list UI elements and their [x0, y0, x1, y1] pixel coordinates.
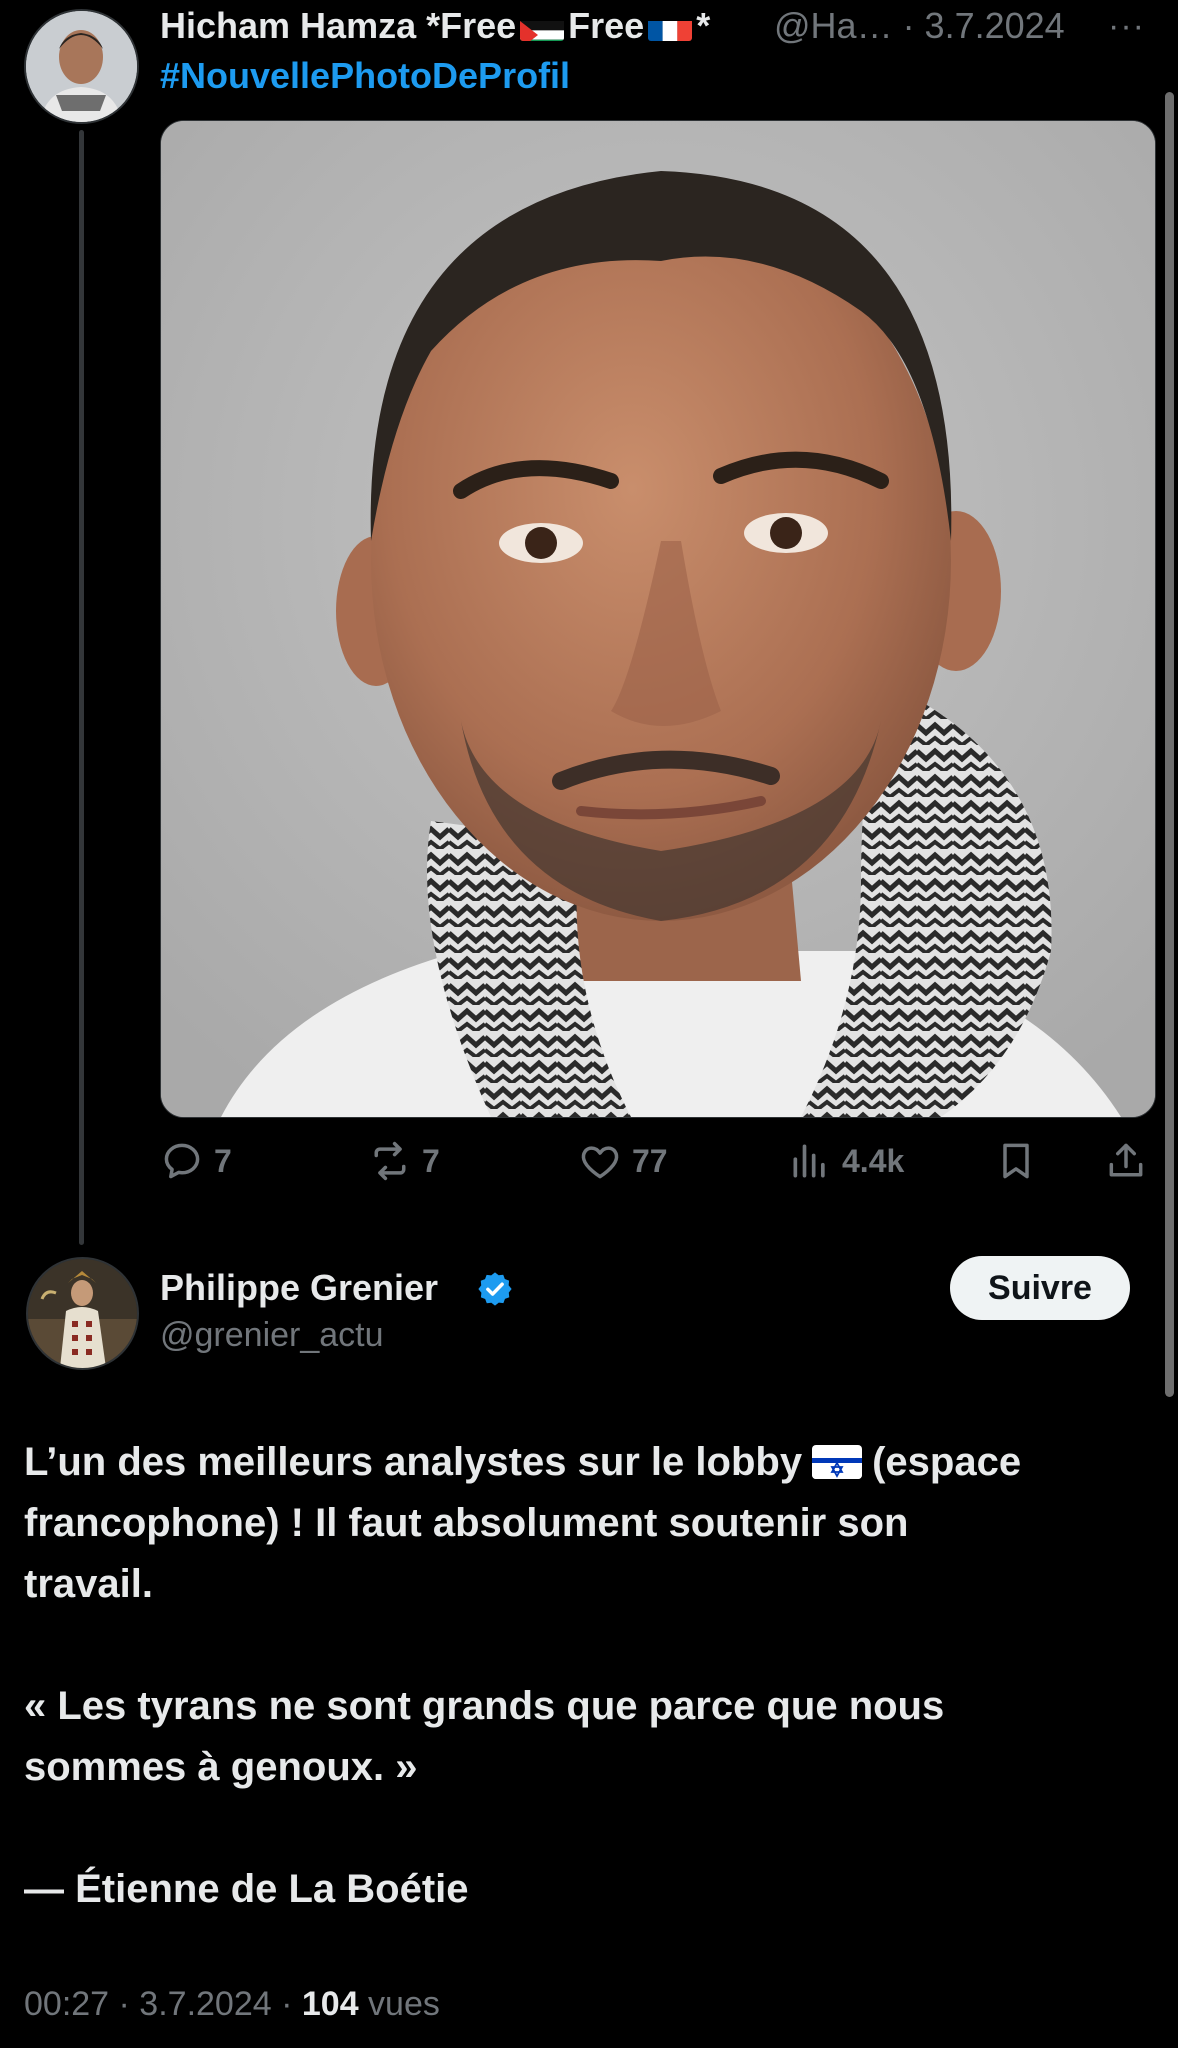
follow-button[interactable]: Suivre: [950, 1256, 1130, 1320]
quote-attribution: — Étienne de La Boétie: [24, 1867, 469, 1911]
views-count: 4.4k: [842, 1142, 905, 1179]
france-flag-icon: [648, 13, 693, 41]
views-chart-icon: [793, 1144, 825, 1178]
share-icon: [1109, 1143, 1143, 1177]
reply-icon: [164, 1143, 200, 1179]
post2-timestamp-views: 00:27 · 3.7.2024 · 104 vues: [24, 1980, 440, 2028]
palestine-flag-icon: [520, 13, 565, 41]
post2-views-count: 104: [301, 1985, 359, 2023]
post2-author-name[interactable]: Philippe Grenier: [160, 1264, 438, 1312]
post1-profile-photo[interactable]: [160, 120, 1156, 1118]
repost-button[interactable]: 7: [368, 1133, 440, 1189]
bookmark-button[interactable]: [994, 1133, 1038, 1189]
verified-badge-icon: [478, 1272, 512, 1306]
post1-handle-date[interactable]: @Ha… · 3.7.2024: [774, 2, 1065, 50]
post2-views-label: vues: [358, 1985, 440, 2023]
quote-line: « Les tyrans ne sont grands que parce qu…: [24, 1684, 945, 1728]
reply-button[interactable]: 7: [160, 1133, 232, 1189]
repost-count: 7: [422, 1142, 440, 1179]
more-dots-icon[interactable]: ···: [1108, 2, 1145, 50]
post2-body: L’un des meilleurs analystes sur le lobb…: [24, 1432, 1154, 1920]
post2-handle[interactable]: @grenier_actu: [160, 1311, 384, 1359]
thread-connector-line: [79, 130, 84, 1245]
avatar-painting-image: [28, 1259, 137, 1368]
post1-author-name[interactable]: Hicham Hamza *Free Free *: [160, 2, 710, 50]
body-line: L’un des meilleurs analystes sur le lobb…: [24, 1432, 1154, 1493]
body-line: francophone) ! Il faut absolument souten…: [24, 1501, 909, 1545]
post2-time-date[interactable]: 00:27 · 3.7.2024 ·: [24, 1985, 302, 2023]
portrait-photo-image: [161, 121, 1155, 1117]
scrollbar[interactable]: [1165, 92, 1174, 1397]
quote-line: sommes à genoux. »: [24, 1745, 418, 1789]
israel-flag-icon: [812, 1445, 863, 1479]
avatar-hicham-hamza[interactable]: [24, 9, 139, 124]
hashtag-link[interactable]: #NouvellePhotoDeProfil: [160, 52, 570, 100]
avatar-philippe-grenier[interactable]: [26, 1257, 139, 1370]
views-button[interactable]: 4.4k: [788, 1133, 904, 1189]
like-count: 77: [632, 1142, 668, 1179]
avatar-portrait-image: [26, 11, 137, 122]
reply-count: 7: [214, 1142, 232, 1179]
heart-icon: [581, 1146, 619, 1179]
repost-icon: [374, 1141, 406, 1181]
bookmark-icon: [1003, 1143, 1029, 1179]
body-line: travail.: [24, 1562, 153, 1606]
share-button[interactable]: [1104, 1133, 1148, 1189]
like-button[interactable]: 77: [578, 1133, 668, 1189]
